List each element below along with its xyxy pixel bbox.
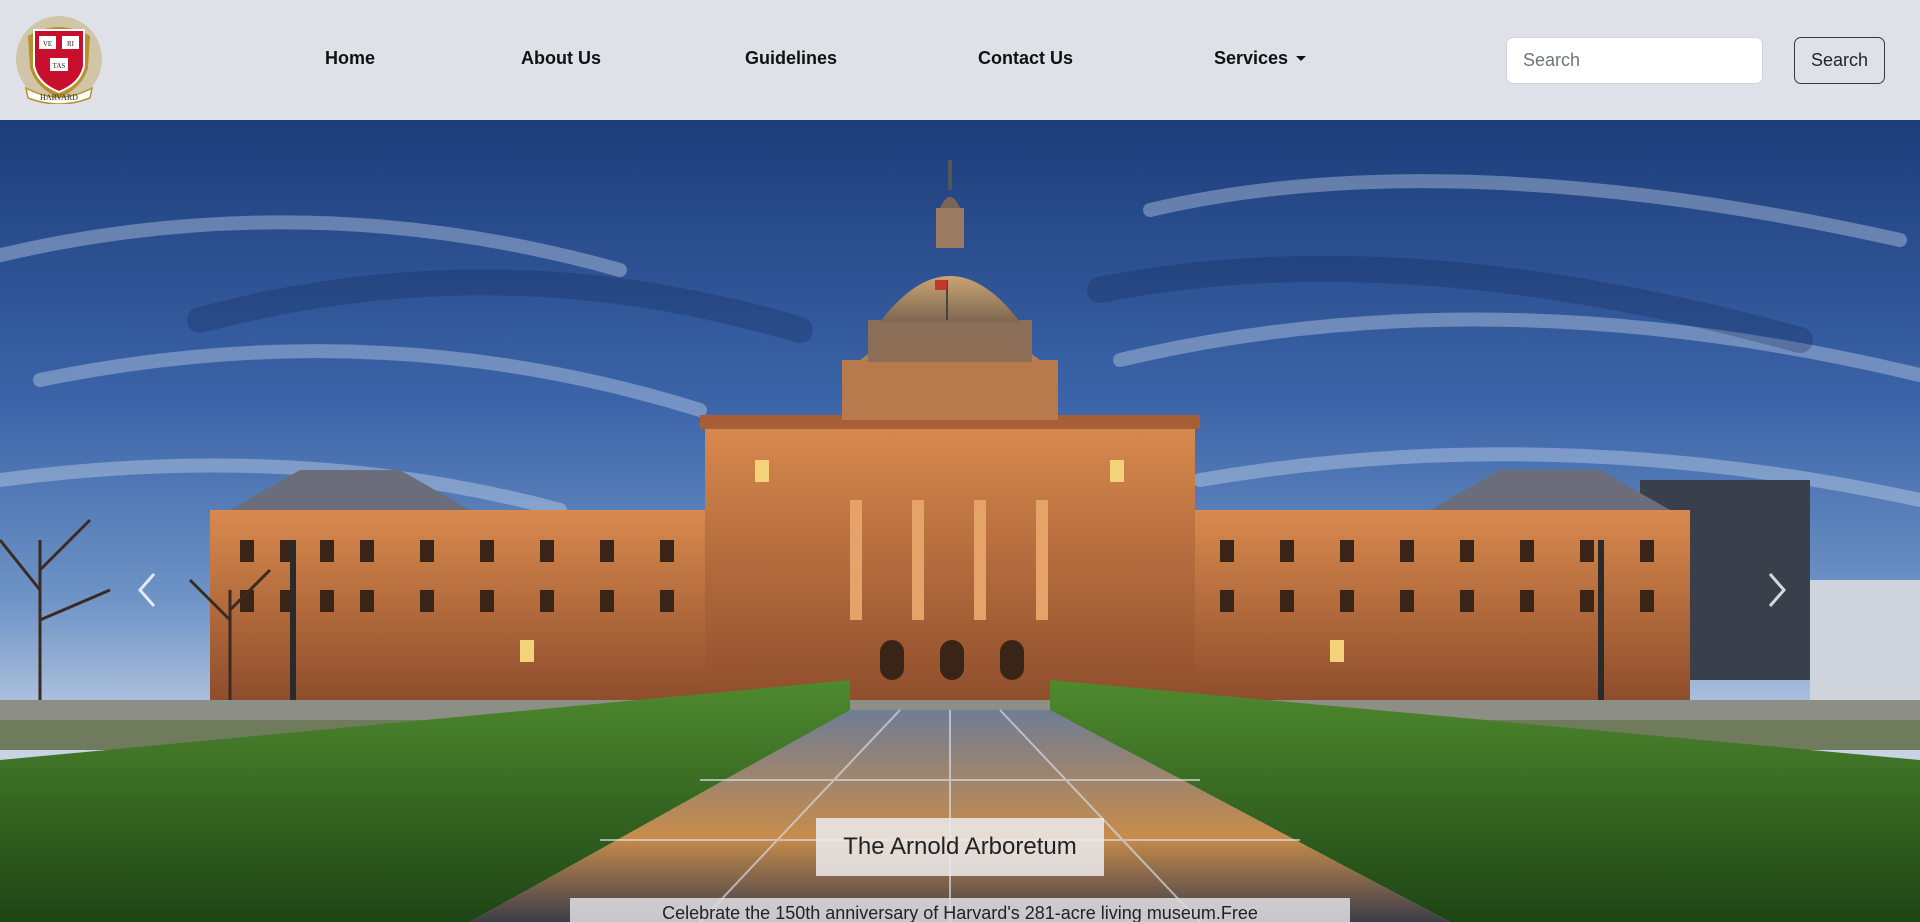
nav-about-us[interactable]: About Us (521, 48, 601, 69)
navbar: VE RI TAS HARVARD Home About Us Guidelin… (0, 0, 1920, 120)
hero-carousel: The Arnold Arboretum Celebrate the 150th… (0, 120, 1920, 922)
nav-services-label: Services (1214, 48, 1289, 68)
chevron-left-icon[interactable] (126, 560, 166, 620)
nav-services-dropdown[interactable]: Services (1214, 48, 1307, 69)
carousel-caption-title: The Arnold Arboretum (816, 818, 1104, 876)
search-button[interactable]: Search (1794, 37, 1885, 84)
nav-home[interactable]: Home (325, 48, 375, 69)
carousel-caption-text: Celebrate the 150th anniversary of Harva… (570, 898, 1350, 922)
caret-down-icon (1296, 56, 1307, 61)
chevron-right-icon[interactable] (1758, 560, 1798, 620)
nav-guidelines[interactable]: Guidelines (745, 48, 837, 69)
search-input[interactable] (1506, 37, 1763, 84)
capitol-building-image (0, 120, 1920, 922)
nav-contact-us[interactable]: Contact Us (978, 48, 1073, 69)
